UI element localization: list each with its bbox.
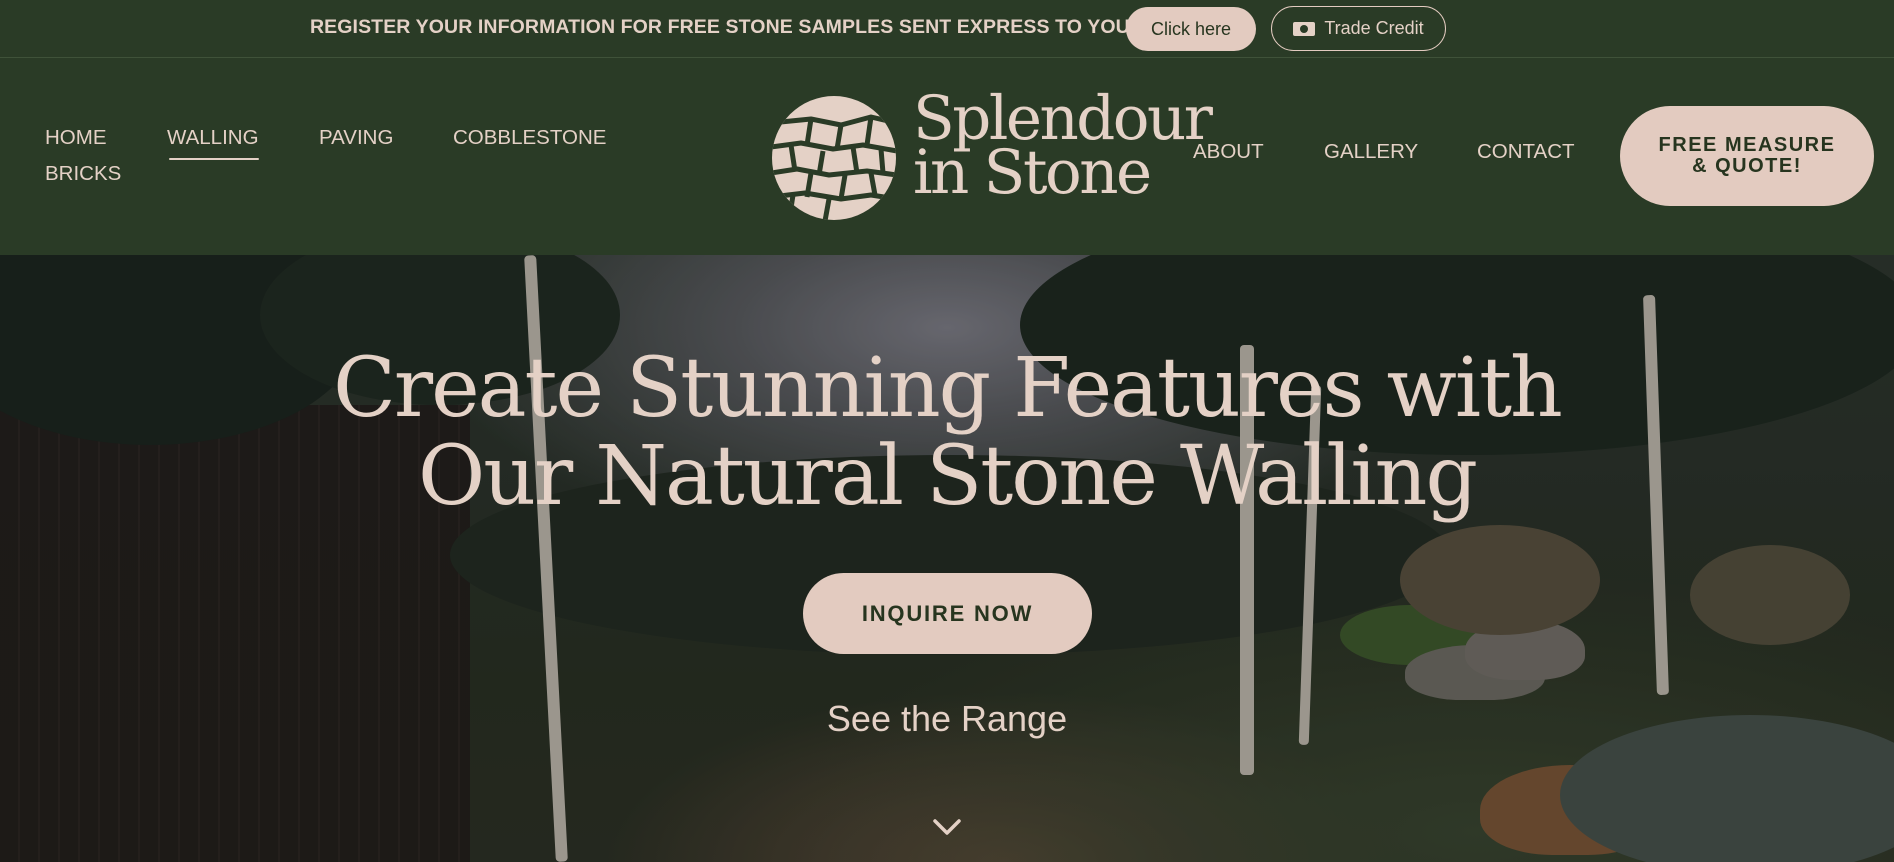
- click-here-button[interactable]: Click here: [1126, 7, 1256, 51]
- trade-credit-button[interactable]: Trade Credit: [1271, 6, 1446, 51]
- nav-cobblestone[interactable]: COBBLESTONE: [453, 126, 606, 150]
- stone-wall-logo-icon: [772, 96, 896, 220]
- cash-icon: [1293, 21, 1316, 36]
- free-measure-quote-button[interactable]: FREE MEASURE & QUOTE!: [1620, 106, 1874, 206]
- nav-paving[interactable]: PAVING: [319, 126, 393, 150]
- active-nav-underline: [169, 157, 259, 160]
- announcement-text: REGISTER YOUR INFORMATION FOR FREE STONE…: [310, 16, 1137, 38]
- trade-credit-label: Trade Credit: [1324, 18, 1424, 38]
- hero-section: Create Stunning Features with Our Natura…: [0, 255, 1894, 862]
- inquire-now-button[interactable]: INQUIRE NOW: [803, 573, 1092, 654]
- nav-contact[interactable]: CONTACT: [1477, 140, 1575, 164]
- nav-home[interactable]: HOME: [45, 126, 107, 150]
- nav-about[interactable]: ABOUT: [1193, 140, 1264, 164]
- logo-line-2: in Stone: [913, 137, 1152, 208]
- chevron-down-icon[interactable]: [932, 817, 962, 837]
- hero-title: Create Stunning Features with Our Natura…: [0, 345, 1894, 521]
- nav-walling[interactable]: WALLING: [167, 126, 259, 160]
- nav-gallery[interactable]: GALLERY: [1324, 140, 1418, 164]
- site-logo[interactable]: Splendour in Stone: [771, 88, 1213, 222]
- hero-title-line-1: Create Stunning Features with: [333, 341, 1563, 436]
- see-the-range-link[interactable]: See the Range: [0, 698, 1894, 740]
- hero-title-line-2: Our Natural Stone Walling: [417, 429, 1478, 524]
- nav-bricks[interactable]: BRICKS: [45, 162, 121, 186]
- logo-wordmark: Splendour in Stone: [913, 88, 1213, 208]
- nav-walling-label: WALLING: [167, 126, 259, 149]
- announcement-bar: REGISTER YOUR INFORMATION FOR FREE STONE…: [0, 0, 1894, 58]
